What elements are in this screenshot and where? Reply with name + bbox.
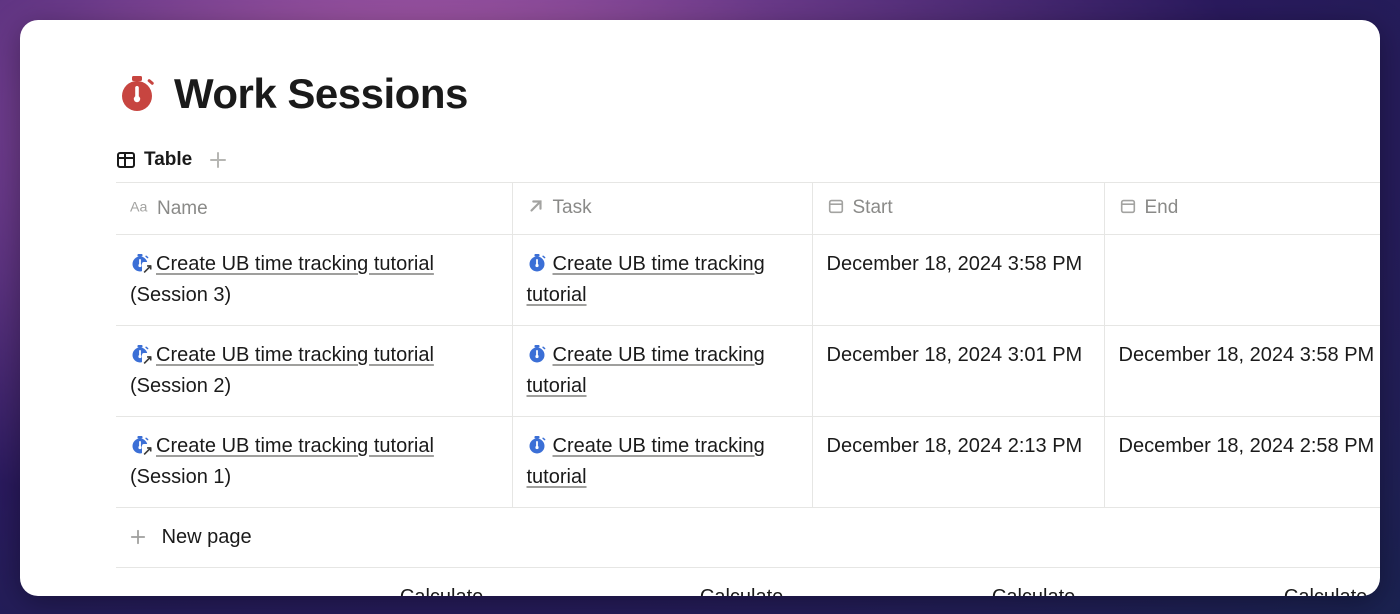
column-header-end[interactable]: End (1104, 183, 1380, 235)
row-name-suffix: (Session 3) (130, 284, 231, 306)
cell-end[interactable]: December 18, 2024 2:58 PM (1104, 417, 1380, 508)
session-page-icon: ↗ (130, 435, 152, 455)
table-row[interactable]: ↗Create UB time tracking tutorial (Sessi… (116, 417, 1380, 508)
cell-name[interactable]: ↗Create UB time tracking tutorial (Sessi… (116, 417, 512, 508)
task-page-icon (527, 253, 547, 273)
text-property-icon: Aa (130, 197, 149, 216)
table-header-row: Aa Name Task (116, 183, 1380, 235)
row-name-link: Create UB time tracking tutorial (156, 435, 434, 457)
new-page-row[interactable]: New page (116, 508, 1380, 568)
relation-property-icon (527, 197, 545, 215)
calculate-task[interactable]: Calculate⌄ (512, 568, 812, 597)
plus-icon (130, 526, 152, 548)
tab-table[interactable]: Table (116, 149, 192, 171)
cell-name[interactable]: ↗Create UB time tracking tutorial (Sessi… (116, 235, 512, 326)
task-link-text: Create UB time tracking tutorial (527, 344, 765, 397)
chevron-down-icon: ⌄ (486, 590, 498, 596)
cell-end[interactable]: December 18, 2024 3:58 PM (1104, 326, 1380, 417)
column-header-start[interactable]: Start (812, 183, 1104, 235)
page-header: Work Sessions (116, 70, 1380, 118)
stopwatch-icon (116, 73, 158, 115)
database-table: Aa Name Task (116, 182, 1380, 596)
app-window: Work Sessions Table (20, 20, 1380, 596)
task-page-icon (527, 435, 547, 455)
session-page-icon: ↗ (130, 344, 152, 364)
tab-table-label: Table (144, 149, 192, 171)
chevron-down-icon: ⌄ (1078, 590, 1090, 596)
add-view-button[interactable] (206, 148, 230, 172)
cell-name[interactable]: ↗Create UB time tracking tutorial (Sessi… (116, 326, 512, 417)
table-row[interactable]: ↗Create UB time tracking tutorial (Sessi… (116, 326, 1380, 417)
task-link-text: Create UB time tracking tutorial (527, 435, 765, 488)
calculate-row: Calculate⌄ Calculate⌄ Calculate⌄ Calcula… (116, 568, 1380, 597)
cell-start[interactable]: December 18, 2024 3:58 PM (812, 235, 1104, 326)
new-page-label: New page (162, 526, 252, 548)
calculate-name[interactable]: Calculate⌄ (116, 568, 512, 597)
row-name-link: Create UB time tracking tutorial (156, 344, 434, 366)
page-title: Work Sessions (174, 70, 468, 118)
cell-end[interactable] (1104, 235, 1380, 326)
table-row[interactable]: ↗Create UB time tracking tutorial (Sessi… (116, 235, 1380, 326)
calculate-start[interactable]: Calculate⌄ (812, 568, 1104, 597)
svg-text:Aa: Aa (130, 199, 148, 215)
cell-task[interactable]: Create UB time tracking tutorial (512, 417, 812, 508)
date-property-icon (1119, 197, 1137, 215)
session-page-icon: ↗ (130, 253, 152, 273)
cell-task[interactable]: Create UB time tracking tutorial (512, 235, 812, 326)
row-name-suffix: (Session 2) (130, 375, 231, 397)
column-header-name[interactable]: Aa Name (116, 183, 512, 235)
task-page-icon (527, 344, 547, 364)
chevron-down-icon: ⌄ (1370, 590, 1380, 596)
row-name-link: Create UB time tracking tutorial (156, 253, 434, 275)
date-property-icon (827, 197, 845, 215)
table-view-icon (116, 150, 136, 170)
page-content: Work Sessions Table (20, 70, 1380, 596)
task-link-text: Create UB time tracking tutorial (527, 253, 765, 306)
column-header-task[interactable]: Task (512, 183, 812, 235)
cell-start[interactable]: December 18, 2024 2:13 PM (812, 417, 1104, 508)
view-tabs: Table (116, 148, 1380, 182)
row-name-suffix: (Session 1) (130, 466, 231, 488)
cell-task[interactable]: Create UB time tracking tutorial (512, 326, 812, 417)
chevron-down-icon: ⌄ (786, 590, 798, 596)
calculate-end[interactable]: Calculate⌄ (1104, 568, 1380, 597)
cell-start[interactable]: December 18, 2024 3:01 PM (812, 326, 1104, 417)
